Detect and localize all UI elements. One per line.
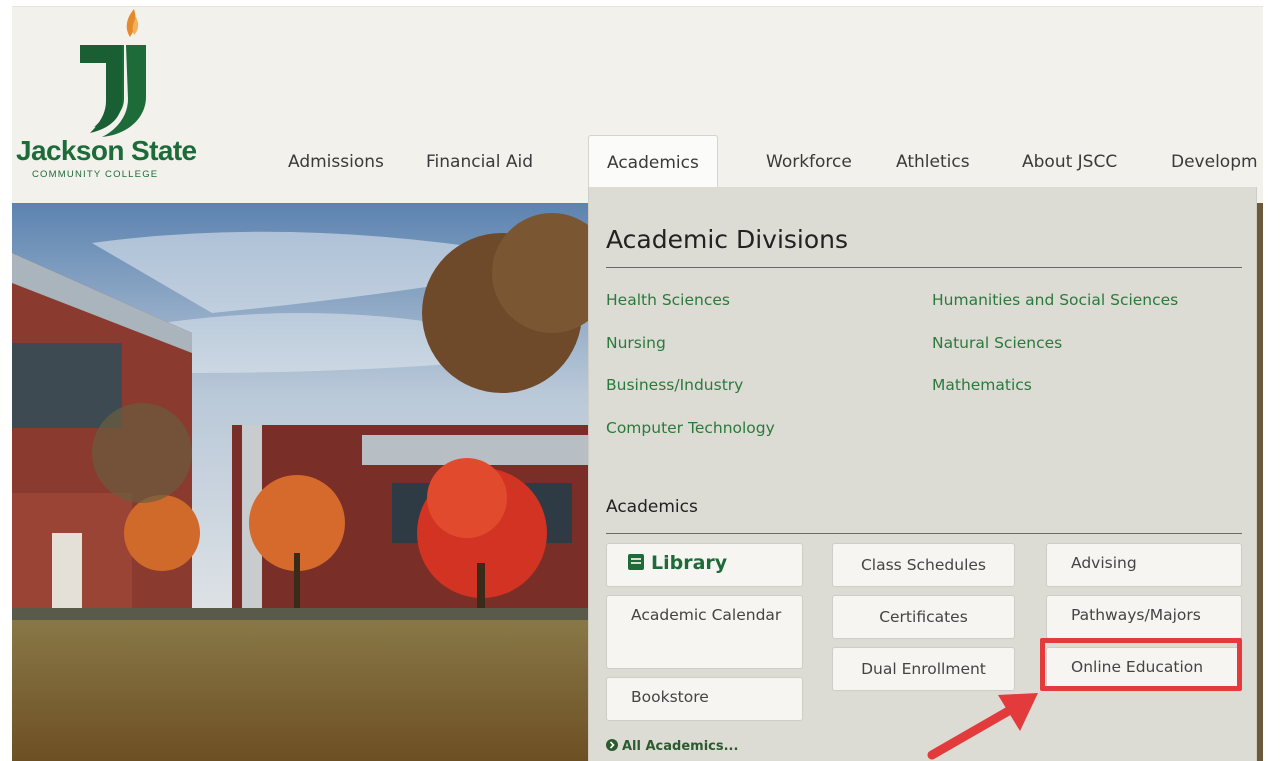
page: Jackson State COMMUNITY COLLEGE Admissio… [12, 6, 1263, 761]
pathways-majors-button[interactable]: Pathways/Majors [1046, 595, 1242, 639]
link-computer-technology[interactable]: Computer Technology [606, 419, 775, 437]
library-button[interactable]: Library [606, 543, 803, 587]
online-education-button[interactable]: Online Education [1046, 647, 1242, 691]
link-business-industry[interactable]: Business/Industry [606, 376, 743, 394]
site-logo[interactable]: Jackson State COMMUNITY COLLEGE [12, 7, 212, 197]
nav-development[interactable]: Developm [1171, 135, 1258, 189]
nav-athletics[interactable]: Athletics [896, 135, 970, 189]
book-icon [628, 554, 644, 570]
nav-financial-aid[interactable]: Financial Aid [426, 135, 533, 189]
all-academics-label: All Academics... [622, 739, 739, 754]
class-schedules-button[interactable]: Class Schedules [832, 543, 1015, 587]
nav-admissions[interactable]: Admissions [288, 135, 384, 189]
link-humanities-social-sciences[interactable]: Humanities and Social Sciences [932, 291, 1178, 309]
brand-subtitle: COMMUNITY COLLEGE [32, 169, 159, 180]
academics-dropdown: Academic Divisions Health Sciences Nursi… [588, 187, 1257, 761]
advising-button[interactable]: Advising [1046, 543, 1242, 587]
link-natural-sciences[interactable]: Natural Sciences [932, 334, 1062, 352]
academics-subheading: Academics [606, 497, 698, 517]
dual-enrollment-button[interactable]: Dual Enrollment [832, 647, 1015, 691]
all-academics-link[interactable]: All Academics... [606, 739, 738, 754]
certificates-button[interactable]: Certificates [832, 595, 1015, 639]
academic-divisions-heading: Academic Divisions [606, 225, 849, 254]
bookstore-button[interactable]: Bookstore [606, 677, 803, 721]
nav-about-jscc[interactable]: About JSCC [1022, 135, 1117, 189]
link-mathematics[interactable]: Mathematics [932, 376, 1032, 394]
nav-academics[interactable]: Academics [588, 135, 718, 193]
divider [606, 533, 1242, 534]
nav-workforce[interactable]: Workforce [766, 135, 852, 189]
link-health-sciences[interactable]: Health Sciences [606, 291, 730, 309]
brand-name: Jackson State [16, 135, 197, 166]
link-nursing[interactable]: Nursing [606, 334, 666, 352]
circle-chevron-right-icon [606, 739, 618, 751]
divider [606, 267, 1242, 268]
academic-calendar-button[interactable]: Academic Calendar [606, 595, 803, 669]
library-label: Library [651, 552, 728, 574]
torch-logo-icon [80, 9, 146, 137]
